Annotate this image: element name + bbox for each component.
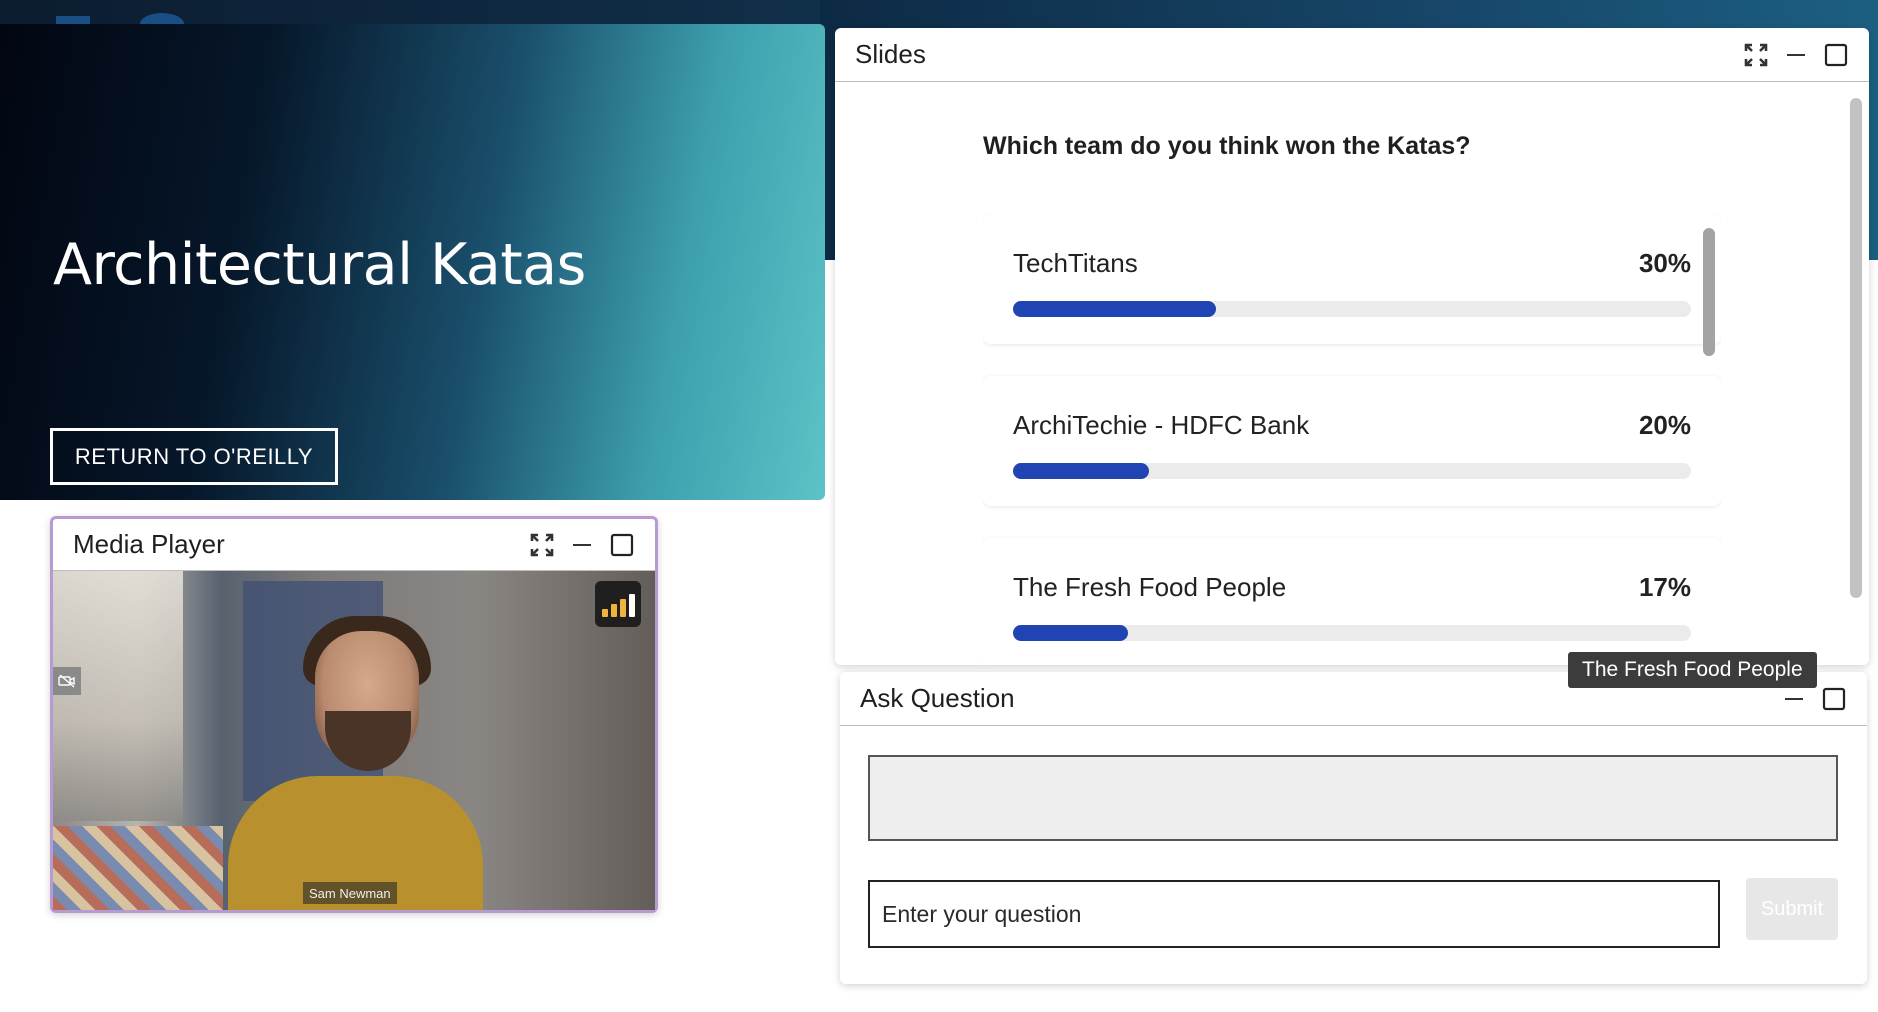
ask-question-panel: Ask Question Submit [840,672,1867,984]
slides-panel-title: Slides [855,39,926,69]
media-player-title: Media Player [73,529,225,559]
poll-option[interactable]: TechTitans 30% [983,214,1721,344]
poll-progress-track [1013,625,1691,641]
slides-panel: Slides Which team do you think won the K… [835,28,1869,665]
poll-option-label: TechTitans [1013,248,1138,278]
media-player-panel: Media Player Sam Newman [50,516,658,913]
minimize-icon[interactable] [1781,686,1807,712]
poll-option[interactable]: The Fresh Food People 17% [983,538,1721,665]
questions-display-area [868,755,1838,841]
signal-bar [628,594,635,617]
signal-bar [610,604,617,617]
poll-option-label: The Fresh Food People [1013,572,1287,602]
camera-off-icon[interactable] [53,667,81,695]
media-player-header: Media Player [53,519,655,571]
speaker-name-tag: Sam Newman [303,882,397,904]
expand-icon[interactable] [1743,42,1769,68]
signal-strength-icon [595,581,641,627]
video-background-window [53,571,183,821]
minimize-icon[interactable] [569,532,595,558]
tooltip: The Fresh Food People [1568,652,1817,688]
poll-progress-fill [1013,301,1217,317]
maximize-icon[interactable] [1821,686,1847,712]
signal-bar [619,599,626,617]
header-logo-fragment [56,16,90,24]
video-feed[interactable]: Sam Newman [53,571,655,910]
minimize-icon[interactable] [1783,42,1809,68]
expand-icon[interactable] [529,532,555,558]
slides-scrollbar[interactable] [1850,98,1862,598]
poll-options-list: TechTitans 30% ArchiTechie - HDFC Bank 2… [983,214,1721,665]
poll-list-scrollbar[interactable] [1703,228,1715,356]
poll-progress-track [1013,463,1691,479]
poll-option-percent: 17% [1638,572,1691,602]
poll-option-label: ArchiTechie - HDFC Bank [1013,410,1310,440]
poll-progress-fill [1013,463,1149,479]
maximize-icon[interactable] [609,532,635,558]
maximize-icon[interactable] [1823,42,1849,68]
poll-progress-fill [1013,625,1129,641]
question-input[interactable] [868,880,1720,948]
slides-panel-header: Slides [835,28,1869,82]
poll-question: Which team do you think won the Katas? [983,132,1471,160]
hero-banner: Architectural Katas RETURN TO O'REILLY [0,24,825,500]
submit-button[interactable]: Submit [1746,878,1838,940]
hero-title: Architectural Katas [53,232,586,298]
poll-progress-track [1013,301,1691,317]
signal-bar [601,609,608,617]
poll-option-percent: 30% [1638,248,1691,278]
video-background-bed [53,826,223,910]
poll-option-percent: 20% [1638,410,1691,440]
return-to-oreilly-button[interactable]: RETURN TO O'REILLY [50,428,338,485]
poll-option[interactable]: ArchiTechie - HDFC Bank 20% [983,376,1721,506]
